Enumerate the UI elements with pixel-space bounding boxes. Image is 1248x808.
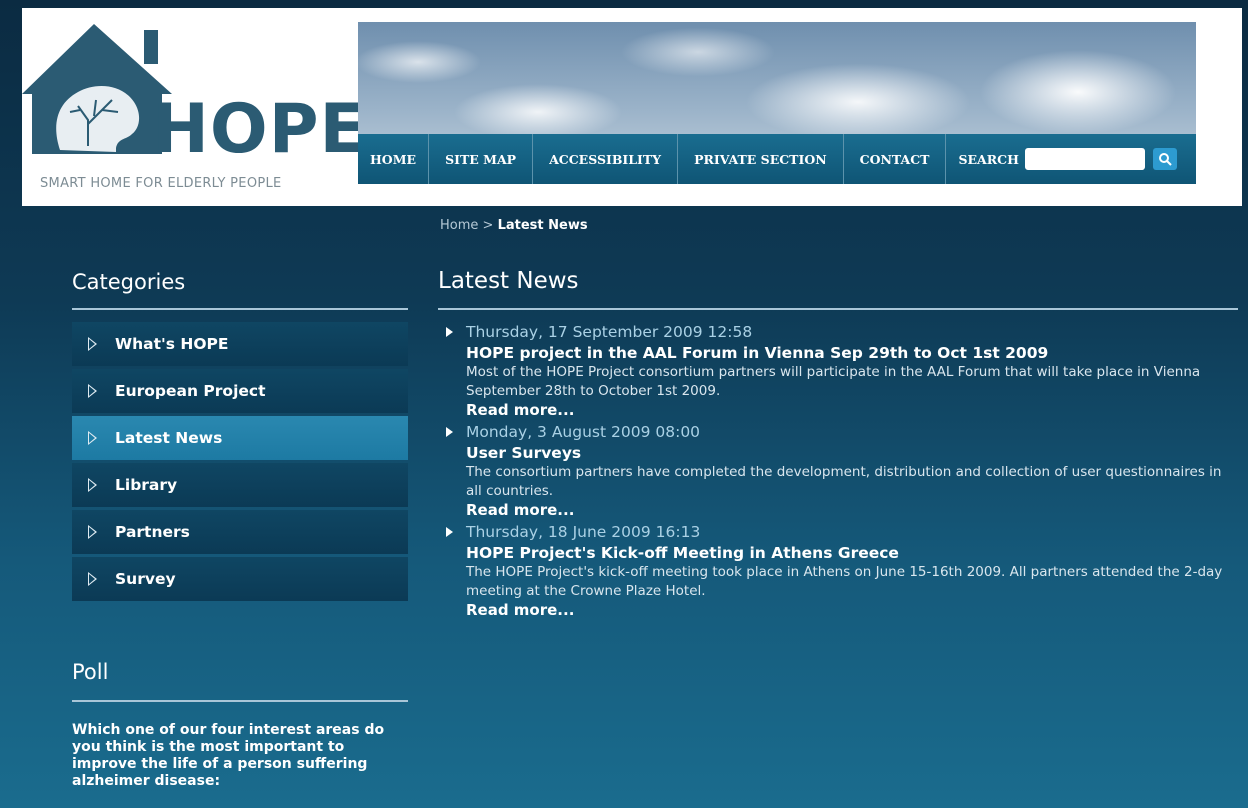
read-more-link[interactable]: Read more... — [466, 601, 1234, 620]
category-label: Survey — [115, 570, 176, 588]
solid-triangle-icon — [446, 327, 453, 337]
read-more-link[interactable]: Read more... — [466, 401, 1234, 420]
news-summary: The consortium partners have completed t… — [466, 464, 1222, 499]
news-title-link[interactable]: HOPE Project's Kick-off Meeting in Athen… — [466, 543, 1234, 563]
category-library[interactable]: Library — [72, 463, 408, 507]
category-partners[interactable]: Partners — [72, 510, 408, 554]
magnifier-icon — [1158, 153, 1172, 166]
news-summary: Most of the HOPE Project consortium part… — [466, 364, 1201, 399]
news-date: Thursday, 17 September 2009 12:58 — [466, 323, 753, 341]
search-input[interactable] — [1024, 148, 1145, 170]
category-label: What's HOPE — [115, 335, 229, 353]
nav-home[interactable]: HOME — [358, 134, 430, 184]
categories-divider — [72, 308, 408, 310]
outline-triangle-icon — [88, 431, 97, 445]
poll-heading: Poll — [72, 660, 109, 684]
top-nav: HOME SITE MAP ACCESSIBILITY PRIVATE SECT… — [358, 134, 1196, 184]
solid-triangle-icon — [446, 527, 453, 537]
news-item: Monday, 3 August 2009 08:00 User Surveys… — [444, 422, 1234, 520]
category-european-project[interactable]: European Project — [72, 369, 408, 413]
poll-question: Which one of our four interest areas do … — [72, 722, 385, 789]
outline-triangle-icon — [88, 572, 97, 586]
search-label: SEARCH — [958, 151, 1019, 167]
search-area: SEARCH — [946, 134, 1177, 184]
solid-triangle-icon — [446, 427, 453, 437]
category-latest-news[interactable]: Latest News — [72, 416, 408, 460]
news-item: Thursday, 17 September 2009 12:58 HOPE p… — [444, 322, 1234, 420]
breadcrumb-separator: > — [482, 218, 494, 233]
read-more-link[interactable]: Read more... — [466, 501, 1234, 520]
breadcrumb-current: Latest News — [497, 218, 588, 233]
poll-divider — [72, 700, 408, 702]
outline-triangle-icon — [88, 384, 97, 398]
outline-triangle-icon — [88, 525, 97, 539]
news-item: Thursday, 18 June 2009 16:13 HOPE Projec… — [444, 522, 1234, 620]
breadcrumb-home[interactable]: Home — [440, 218, 478, 233]
category-label: Partners — [115, 523, 190, 541]
nav-accessibility[interactable]: ACCESSIBILITY — [533, 134, 679, 184]
news-title-link[interactable]: HOPE project in the AAL Forum in Vienna … — [466, 343, 1234, 363]
category-label: European Project — [115, 382, 266, 400]
logo-tagline: SMART HOME FOR ELDERLY PEOPLE — [40, 176, 282, 191]
hope-logo[interactable]: HOPE SMART HOME FOR ELDERLY PEOPLE — [22, 22, 366, 192]
outline-triangle-icon — [88, 478, 97, 492]
house-head-tree-icon — [22, 24, 172, 154]
breadcrumb: Home > Latest News — [440, 218, 588, 233]
news-date: Monday, 3 August 2009 08:00 — [466, 423, 701, 441]
news-title-link[interactable]: User Surveys — [466, 443, 1234, 463]
category-survey[interactable]: Survey — [72, 557, 408, 601]
search-button[interactable] — [1152, 148, 1177, 170]
category-list: What's HOPE European Project Latest News… — [72, 322, 408, 604]
category-label: Library — [115, 476, 178, 494]
outline-triangle-icon — [88, 337, 97, 351]
news-divider — [438, 308, 1238, 310]
categories-heading: Categories — [72, 270, 186, 294]
nav-contact[interactable]: CONTACT — [844, 134, 947, 184]
news-summary: The HOPE Project's kick-off meeting took… — [466, 564, 1223, 599]
nav-site-map[interactable]: SITE MAP — [429, 134, 534, 184]
page-title: Latest News — [438, 268, 579, 294]
news-date: Thursday, 18 June 2009 16:13 — [466, 523, 701, 541]
logo-wordmark: HOPE — [152, 90, 368, 169]
category-label: Latest News — [115, 429, 223, 447]
category-whats-hope[interactable]: What's HOPE — [72, 322, 408, 366]
nav-private-section[interactable]: PRIVATE SECTION — [678, 134, 844, 184]
news-list: Thursday, 17 September 2009 12:58 HOPE p… — [444, 322, 1234, 622]
